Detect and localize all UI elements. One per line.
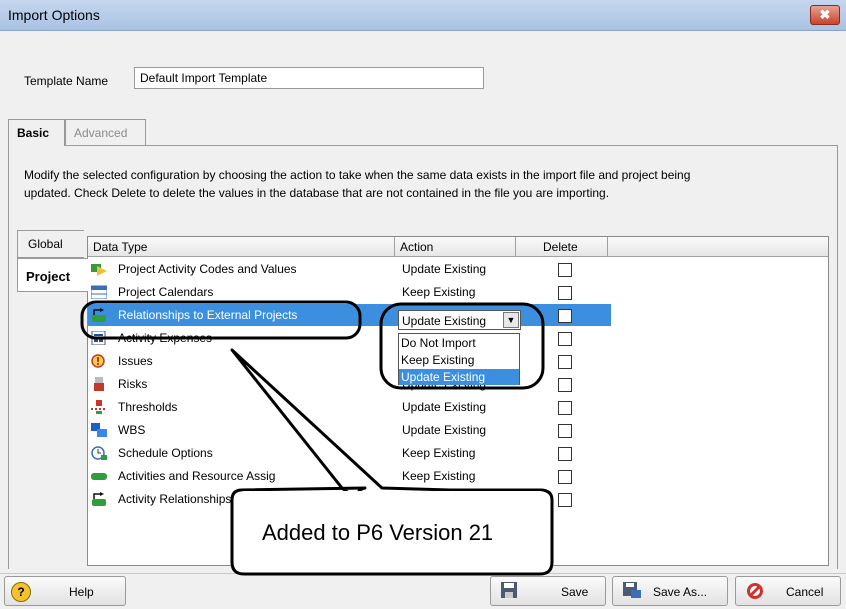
threshold-icon [91,400,107,414]
column-header-data-type[interactable]: Data Type [88,237,395,257]
row-data-type: Project Activity Codes and Values [118,262,297,276]
row-action[interactable]: Keep Existing [402,285,475,299]
table-row[interactable]: Schedule Options Keep Existing [88,442,611,464]
row-action[interactable]: Keep Existing [402,446,475,460]
delete-checkbox[interactable] [558,263,572,277]
delete-checkbox[interactable] [558,493,572,507]
row-data-type: Thresholds [118,400,178,414]
save-as-button[interactable]: Save As... [612,576,728,606]
row-action[interactable]: Update Existing [402,262,486,276]
dropdown-option-update-existing[interactable]: Update Existing [399,369,519,385]
window-title: Import Options [8,7,100,23]
external-relationship-icon [91,308,107,322]
row-data-type: Activity Expenses [118,331,213,345]
table-row-selected[interactable]: Relationships to External Projects [88,304,611,326]
save-icon [501,582,517,601]
row-data-type: Activities and Resource Assig [118,469,276,483]
chevron-down-icon[interactable]: ▼ [503,312,519,328]
action-dropdown-value: Update Existing [402,314,487,328]
delete-checkbox[interactable] [558,332,572,346]
table-row[interactable]: Activity Relationships ( [88,488,611,510]
issue-icon [91,354,107,368]
wbs-icon [91,423,107,437]
table-row[interactable]: Risks Update Existing [88,373,611,395]
table-row[interactable]: Project Activity Codes and Values Update… [88,258,611,280]
column-header-action[interactable]: Action [395,237,516,257]
risk-icon [91,377,107,391]
delete-checkbox[interactable] [558,424,572,438]
action-dropdown-list[interactable]: Do Not Import Keep Existing Update Exist… [398,333,520,385]
delete-checkbox[interactable] [558,447,572,461]
save-as-icon [623,582,641,601]
side-tab-global[interactable]: Global [17,230,84,258]
row-data-type: Risks [118,377,148,391]
row-data-type: Schedule Options [118,446,213,460]
close-button[interactable]: ✖ [810,5,840,25]
expenses-icon [91,330,107,346]
relationship-icon [91,492,107,506]
table-row[interactable]: Activities and Resource Assig Keep Exist… [88,465,611,487]
tab-basic[interactable]: Basic [8,119,65,146]
row-data-type: WBS [118,423,146,437]
delete-checkbox[interactable] [558,470,572,484]
template-name-label: Template Name [24,74,109,88]
save-as-button-label: Save As... [653,585,708,599]
cancel-button-label: Cancel [786,585,824,599]
cancel-button[interactable]: Cancel [735,576,841,606]
calendar-icon [90,285,108,300]
data-type-grid: Data Type Action Delete Project Activity… [87,236,829,566]
table-row[interactable]: WBS Update Existing [88,419,611,441]
dropdown-option-do-not-import[interactable]: Do Not Import [399,335,519,351]
column-header-filler [608,237,828,257]
action-dropdown[interactable]: Update Existing ▼ [398,310,521,330]
row-action[interactable]: Update Existing [402,423,486,437]
tab-advanced[interactable]: Advanced [65,119,146,145]
table-row[interactable]: Project Calendars Keep Existing [88,281,611,303]
instructions-text: Modify the selected configuration by cho… [24,168,691,200]
dropdown-option-keep-existing[interactable]: Keep Existing [399,352,519,368]
row-data-type: Project Calendars [118,285,214,299]
template-name-input[interactable] [134,67,484,89]
table-row[interactable]: Thresholds Update Existing [88,396,611,418]
column-header-delete[interactable]: Delete [516,237,608,257]
side-tab-project[interactable]: Project [17,258,88,292]
schedule-options-icon [91,446,107,460]
help-icon: ? [11,582,31,602]
cancel-icon [746,582,764,603]
row-data-type: Issues [118,354,153,368]
table-row[interactable]: Issues [88,350,611,372]
row-data-type: Relationships to External Projects [118,308,298,322]
title-bar [0,0,846,31]
row-action[interactable]: Keep Existing [402,469,475,483]
delete-checkbox[interactable] [558,378,572,392]
table-row[interactable]: Activity Expenses [88,327,611,349]
save-button-label: Save [561,585,589,599]
row-data-type: Activity Relationships ( [118,492,239,506]
activity-codes-icon [91,262,107,276]
activity-icon [91,469,107,483]
save-button[interactable]: Save [490,576,606,606]
row-action[interactable]: Update Existing [402,400,486,414]
help-button[interactable]: ? Help [4,576,126,606]
callout-text: Added to P6 Version 21 [262,520,494,545]
delete-checkbox[interactable] [558,286,572,300]
delete-checkbox[interactable] [558,401,572,415]
delete-checkbox[interactable] [558,355,572,369]
delete-checkbox[interactable] [558,309,572,323]
help-button-label: Help [69,585,94,599]
